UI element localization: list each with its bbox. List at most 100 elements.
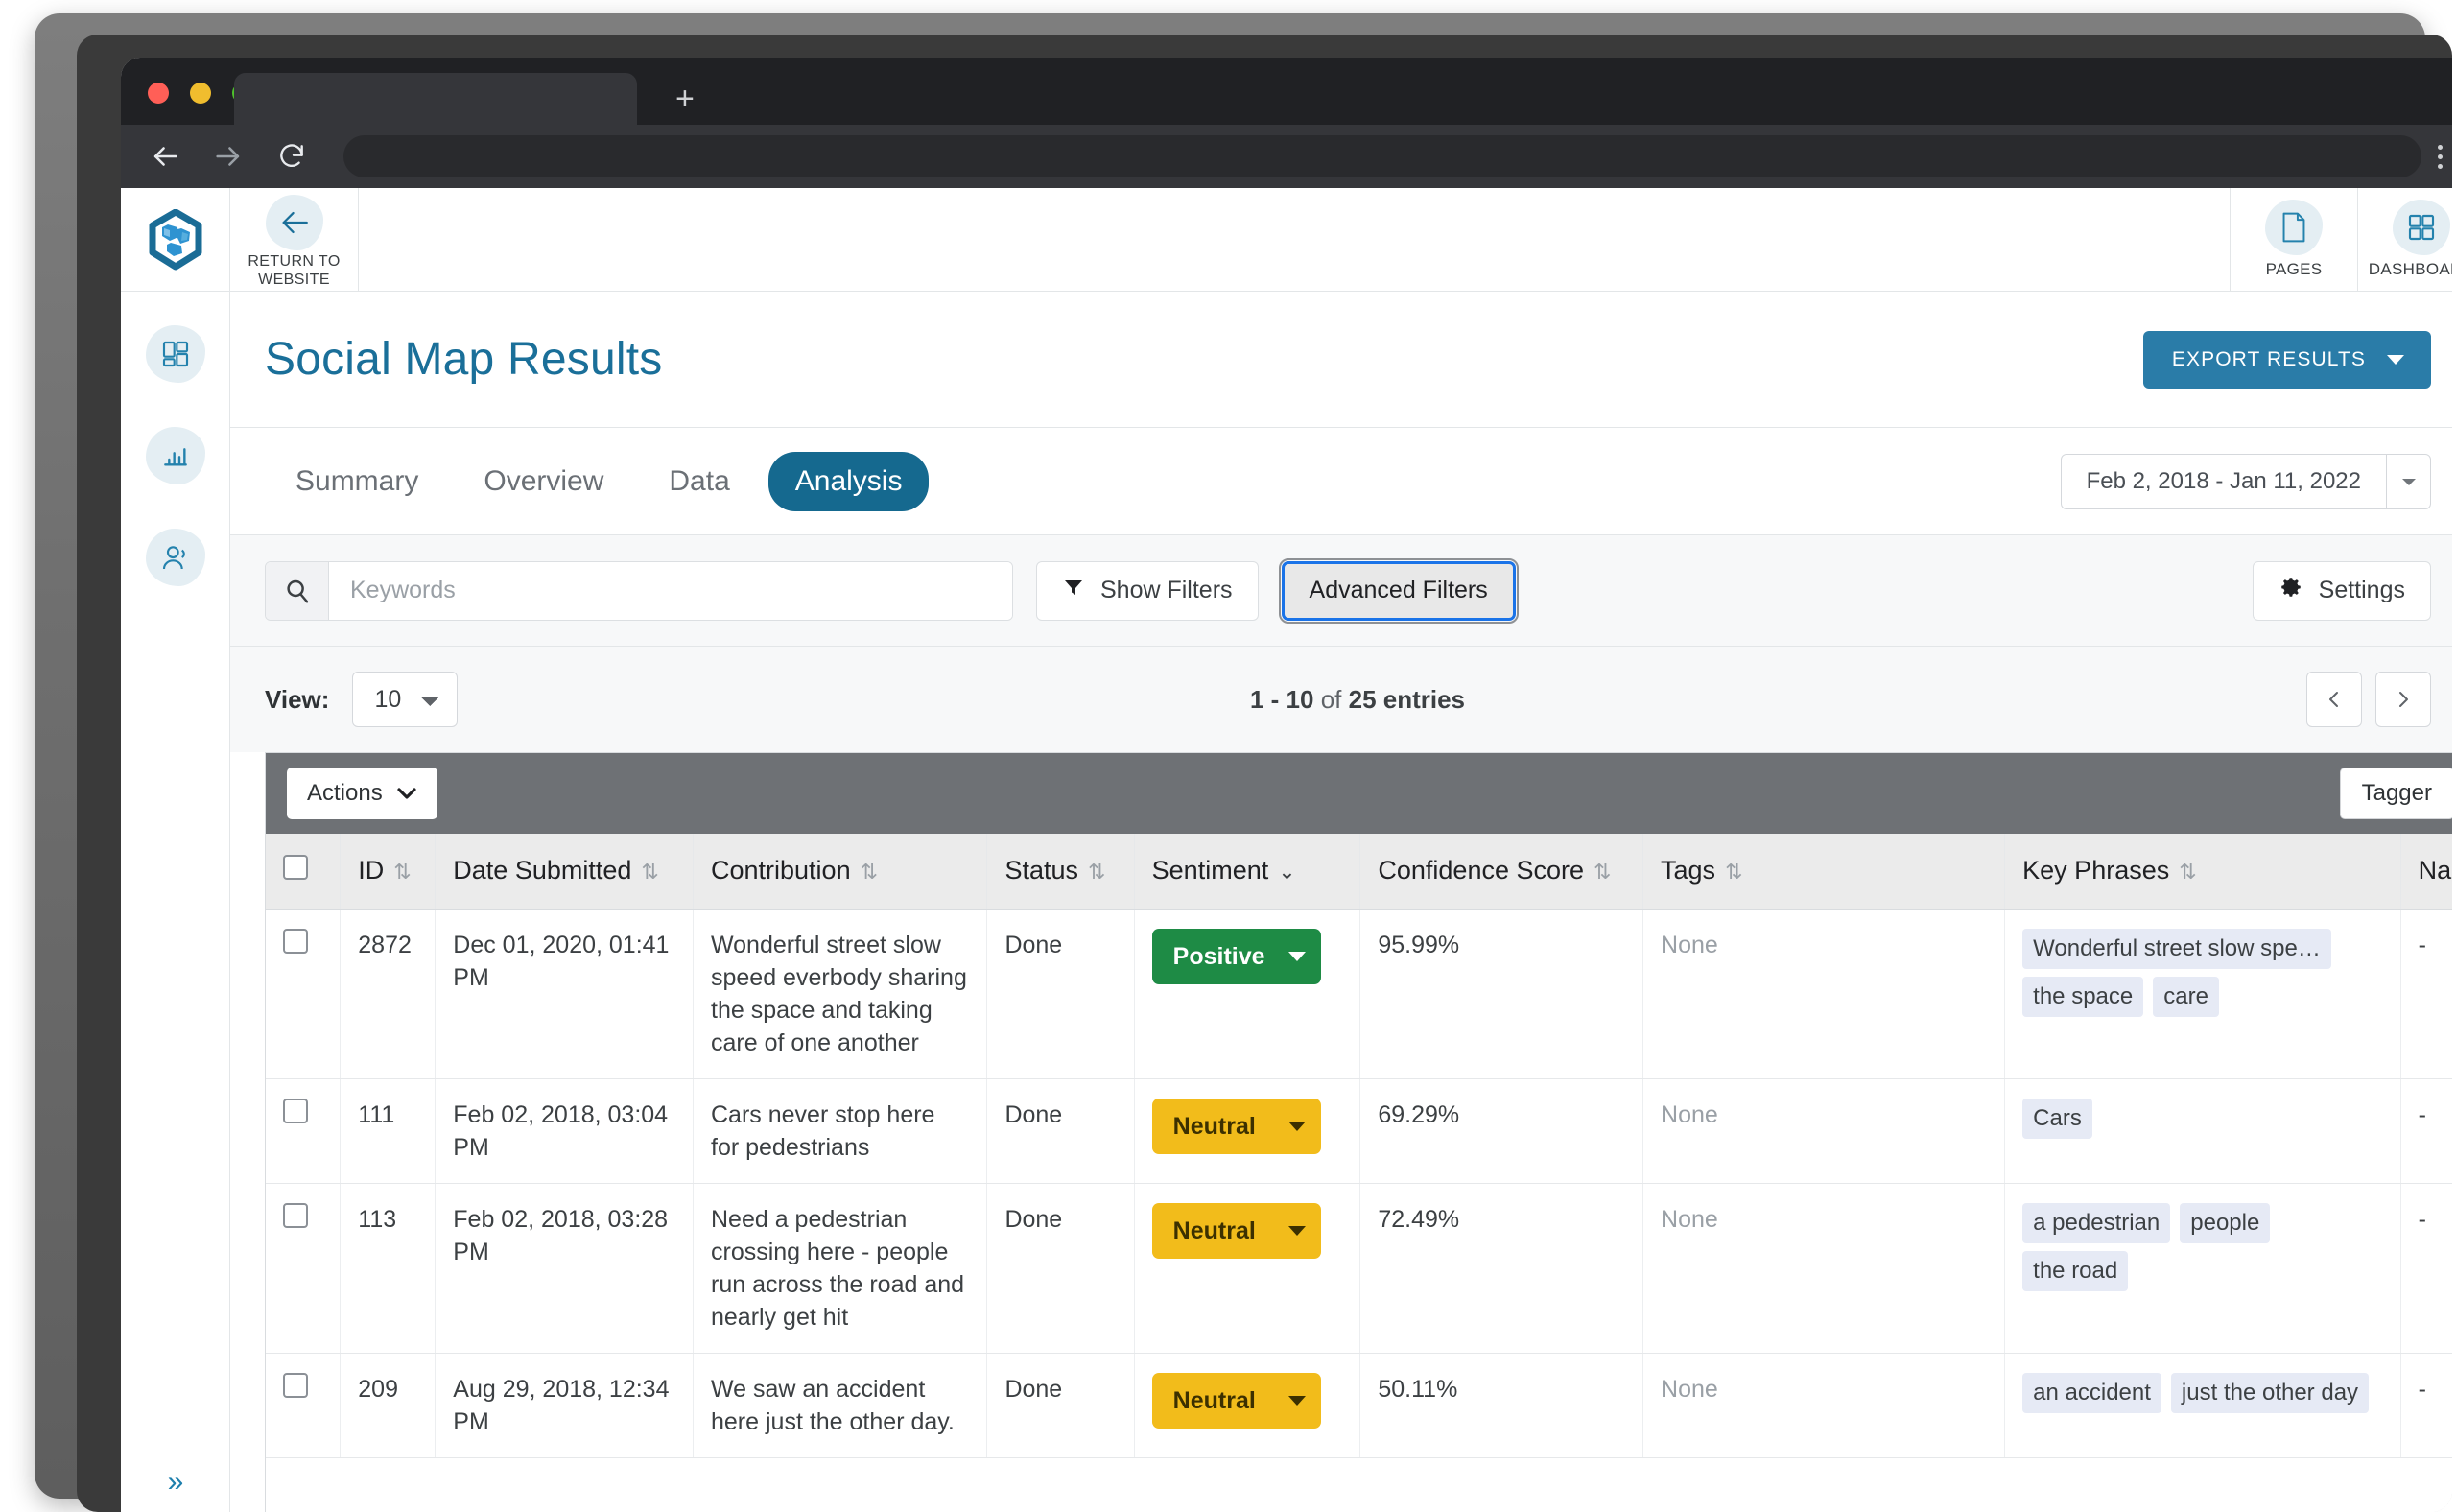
cell-tags: None <box>1642 1078 2006 1184</box>
sort-icon[interactable]: ⇅ <box>1725 860 1742 885</box>
col-label-sentiment: Sentiment <box>1151 856 1269 886</box>
col-header-tags[interactable]: Tags ⇅ <box>1642 834 2006 910</box>
col-header-confidence-score[interactable]: Confidence Score ⇅ <box>1359 834 1644 910</box>
hexagon-logo[interactable] <box>121 188 230 291</box>
row-select-cell[interactable] <box>266 1183 342 1354</box>
row-checkbox[interactable] <box>283 1202 308 1228</box>
advanced-filters-button[interactable]: Advanced Filters <box>1278 557 1519 624</box>
forward-arrow-icon[interactable] <box>209 137 248 176</box>
key-phrase-chip: Cars <box>2022 1098 2092 1139</box>
address-bar[interactable] <box>343 135 2421 177</box>
search-input[interactable] <box>329 561 1012 620</box>
settings-button[interactable]: Settings <box>2252 560 2431 621</box>
cell-confidence: 50.11% <box>1359 1353 1644 1458</box>
people-icon <box>145 529 205 586</box>
sort-icon[interactable]: ⇅ <box>861 860 878 885</box>
tagger-button[interactable]: Tagger <box>2339 768 2452 819</box>
cell-tags: None <box>1642 909 2006 1079</box>
close-window-button[interactable] <box>148 83 169 104</box>
tabs-row: Summary Overview Data Analysis Feb 2, 20… <box>230 428 2452 535</box>
table-row[interactable]: 111 Feb 02, 2018, 03:04 PM Cars never st… <box>266 1078 2452 1184</box>
prev-page-button[interactable] <box>2306 672 2362 727</box>
header-action-pages[interactable]: PAGES <box>2230 188 2357 291</box>
page-icon <box>2265 200 2323 255</box>
sidebar-expand-button[interactable]: » <box>121 1468 230 1497</box>
browser-tab[interactable] <box>234 73 637 125</box>
cell-sentiment: Neutral <box>1134 1353 1361 1458</box>
cell-date: Aug 29, 2018, 12:34 PM <box>435 1353 694 1458</box>
cell-name: - <box>2400 1353 2452 1458</box>
tab-summary[interactable]: Summary <box>269 452 445 511</box>
bar-chart-icon <box>145 427 205 484</box>
sort-icon[interactable]: ⇅ <box>1594 860 1611 885</box>
tab-overview[interactable]: Overview <box>457 452 630 511</box>
results-table-card: Actions Tagger ID ⇅ Date Submitted ⇅ Con… <box>265 752 2452 1512</box>
sentiment-badge[interactable]: Neutral <box>1151 1098 1321 1154</box>
table-row[interactable]: 209 Aug 29, 2018, 12:34 PM We saw an acc… <box>266 1353 2452 1458</box>
col-header-key-phrases[interactable]: Key Phrases ⇅ <box>2004 834 2401 910</box>
return-to-website-button[interactable]: RETURN TO WEBSITE <box>230 188 359 291</box>
cell-sentiment: Neutral <box>1134 1183 1361 1354</box>
col-header-select-all[interactable] <box>266 834 342 910</box>
key-phrase-chips: Cars <box>2022 1098 2383 1139</box>
kebab-menu-icon[interactable] <box>2423 140 2452 173</box>
actions-dropdown-button[interactable]: Actions <box>287 768 437 819</box>
row-select-cell[interactable] <box>266 1353 342 1458</box>
row-checkbox[interactable] <box>283 1098 308 1123</box>
back-arrow-icon[interactable] <box>146 137 184 176</box>
row-select-cell[interactable] <box>266 1078 342 1184</box>
key-phrase-chips: Wonderful street slow spe… the space car… <box>2022 928 2383 1017</box>
sort-icon[interactable]: ⇅ <box>641 860 658 885</box>
table-scroll-area[interactable]: ID ⇅ Date Submitted ⇅ Contribution ⇅ Sta… <box>266 834 2452 1512</box>
page-size-select[interactable]: 10 25 50 100 <box>352 672 459 727</box>
sentiment-badge[interactable]: Neutral <box>1151 1202 1321 1259</box>
col-header-date-submitted[interactable]: Date Submitted ⇅ <box>435 834 694 910</box>
col-header-contribution[interactable]: Contribution ⇅ <box>693 834 988 910</box>
row-select-cell[interactable] <box>266 909 342 1079</box>
search-icon[interactable] <box>266 561 329 620</box>
table-row[interactable]: 2872 Dec 01, 2020, 01:41 PM Wonderful st… <box>266 909 2452 1079</box>
cell-date: Feb 02, 2018, 03:04 PM <box>435 1078 694 1184</box>
date-range-picker[interactable]: Feb 2, 2018 - Jan 11, 2022 <box>2060 453 2431 509</box>
col-header-sentiment[interactable]: Sentiment ⌄ <box>1134 834 1361 910</box>
sidebar-item-participants[interactable] <box>144 528 207 587</box>
col-header-status[interactable]: Status ⇅ <box>986 834 1135 910</box>
show-filters-label: Show Filters <box>1100 577 1233 603</box>
select-all-checkbox[interactable] <box>283 855 308 881</box>
sort-icon[interactable]: ⇅ <box>393 860 411 885</box>
header-action-dashboard[interactable]: DASHBOARD <box>2357 188 2452 291</box>
sidebar-item-reports[interactable] <box>144 426 207 485</box>
sentiment-badge[interactable]: Neutral <box>1151 1372 1321 1429</box>
export-results-button[interactable]: EXPORT RESULTS <box>2142 330 2431 389</box>
reload-icon[interactable] <box>272 137 311 176</box>
chevron-down-icon[interactable] <box>2386 454 2430 508</box>
col-label-status: Status <box>1004 856 1078 886</box>
cell-key-phrases: Cars <box>2004 1078 2401 1184</box>
minimize-window-button[interactable] <box>190 83 211 104</box>
sidebar-item-layout[interactable] <box>144 324 207 384</box>
key-phrase-chips: an accident just the other day <box>2022 1372 2383 1413</box>
new-tab-button[interactable]: + <box>675 83 695 115</box>
row-checkbox[interactable] <box>283 928 308 954</box>
cell-sentiment: Neutral <box>1134 1078 1361 1184</box>
col-header-name[interactable]: Na <box>2400 834 2452 910</box>
sentiment-badge[interactable]: Positive <box>1151 928 1321 984</box>
col-header-id[interactable]: ID ⇅ <box>340 834 437 910</box>
row-checkbox[interactable] <box>283 1372 308 1398</box>
tags-none: None <box>1661 1375 1718 1403</box>
app-body: » Social Map Results EXPORT RESULTS Summ… <box>121 292 2452 1512</box>
next-page-button[interactable] <box>2375 672 2431 727</box>
cell-id: 111 <box>340 1078 437 1184</box>
sort-desc-icon[interactable]: ⌄ <box>1278 860 1295 885</box>
key-phrase-chip: care <box>2153 976 2219 1017</box>
tab-analysis[interactable]: Analysis <box>768 451 930 511</box>
sentiment-label: Neutral <box>1172 1386 1256 1414</box>
show-filters-button[interactable]: Show Filters <box>1036 560 1259 621</box>
tab-data[interactable]: Data <box>642 452 756 511</box>
table-row[interactable]: 113 Feb 02, 2018, 03:28 PM Need a pedest… <box>266 1183 2452 1354</box>
return-label-line2: WEBSITE <box>258 271 330 288</box>
layout-icon <box>145 325 205 383</box>
sort-icon[interactable]: ⇅ <box>2179 860 2196 885</box>
sort-icon[interactable]: ⇅ <box>1088 860 1105 885</box>
table-head: ID ⇅ Date Submitted ⇅ Contribution ⇅ Sta… <box>266 834 2452 910</box>
